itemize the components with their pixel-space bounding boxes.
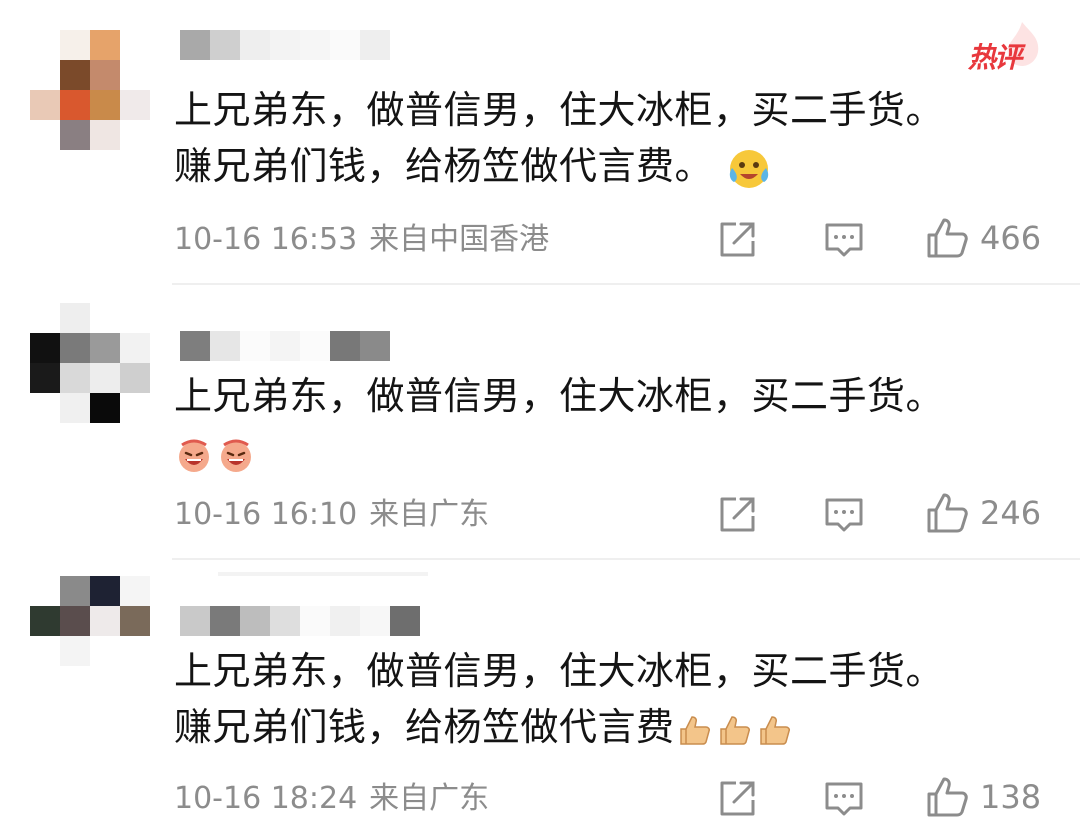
thumbs-up-emoji [675, 711, 793, 749]
username-blurred[interactable] [180, 30, 390, 60]
share-icon [720, 497, 755, 532]
comment-line: 上兄弟东，做普信男，住大冰柜，买二手货。 [174, 374, 945, 418]
avatar[interactable] [30, 576, 150, 696]
share-button[interactable] [716, 218, 758, 262]
divider [172, 558, 1080, 560]
comment-icon [825, 223, 863, 257]
comment-meta: 10-16 16:10 来自广东 [174, 495, 489, 535]
comment-meta: 10-16 16:53 来自中国香港 [174, 220, 549, 260]
hot-comment-badge: 热评 [968, 41, 1022, 74]
share-icon [720, 781, 755, 816]
comment-time: 10-16 18:24 [174, 781, 358, 816]
crying-laughing-emoji [726, 146, 772, 192]
like-count: 466 [980, 219, 1042, 257]
comment-line-wrap: 赚兄弟们钱，给杨笠做代言费。 [174, 138, 1054, 194]
avatar[interactable] [30, 303, 150, 423]
comment-location: 来自中国香港 [369, 222, 550, 257]
comment-text: 上兄弟东，做普信男，住大冰柜，买二手货。 赚兄弟们钱，给杨笠做代言费 [174, 643, 1054, 755]
like-icon [927, 493, 968, 533]
like-button[interactable]: 466 [924, 216, 1041, 260]
avatar[interactable] [30, 30, 150, 150]
comment-line-wrap: 赚兄弟们钱，给杨笠做代言费 [174, 699, 1054, 755]
comment-location: 来自广东 [369, 497, 490, 532]
like-icon [927, 777, 968, 817]
comment-button[interactable] [822, 218, 866, 262]
divider-faint [218, 572, 428, 576]
comment-icon [825, 498, 863, 532]
comment-line: 赚兄弟们钱，给杨笠做代言费。 [174, 144, 714, 188]
share-button[interactable] [716, 777, 758, 821]
comment-line: 上兄弟东，做普信男，住大冰柜，买二手货。 [174, 649, 945, 693]
comment-time: 10-16 16:53 [174, 222, 358, 257]
share-icon [720, 222, 755, 257]
comment-location: 来自广东 [369, 781, 490, 816]
divider [172, 283, 1080, 285]
like-count: 246 [980, 494, 1042, 532]
share-button[interactable] [716, 493, 758, 537]
like-icon [927, 218, 968, 258]
comment-button[interactable] [822, 493, 866, 537]
comment-icon [825, 782, 863, 816]
comment-line: 上兄弟东，做普信男，住大冰柜，买二手货。 [174, 88, 945, 132]
like-button[interactable]: 246 [924, 491, 1041, 535]
like-button[interactable]: 138 [924, 775, 1041, 819]
comment-time: 10-16 16:10 [174, 497, 358, 532]
emoji-line [174, 424, 1054, 480]
laughing-face-emoji [174, 435, 256, 475]
comment-button[interactable] [822, 777, 866, 821]
like-count: 138 [980, 778, 1042, 816]
username-blurred[interactable] [180, 331, 390, 361]
username-blurred[interactable] [180, 606, 420, 636]
comment-line: 赚兄弟们钱，给杨笠做代言费 [174, 705, 675, 749]
comment-text: 上兄弟东，做普信男，住大冰柜，买二手货。 [174, 368, 1054, 480]
comment-text: 上兄弟东，做普信男，住大冰柜，买二手货。 赚兄弟们钱，给杨笠做代言费。 [174, 82, 1054, 194]
comment-meta: 10-16 18:24 来自广东 [174, 779, 489, 819]
